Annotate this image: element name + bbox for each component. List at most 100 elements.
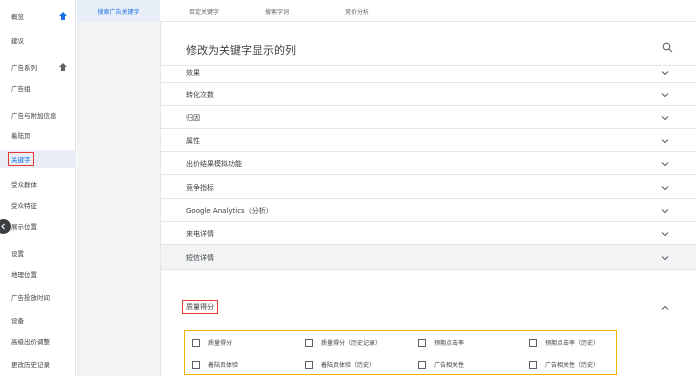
chevron-down-icon [661, 232, 669, 237]
checkbox-label: 预期点击率 [434, 340, 465, 347]
sidebar-item-devices[interactable]: 设备 [0, 311, 76, 329]
pin-icon[interactable] [58, 11, 68, 21]
sidebar-item-ad-groups[interactable]: 广告组 [0, 79, 76, 97]
tab-label: 竞价分析 [345, 8, 370, 16]
sidebar-item-label: 广告组 [11, 85, 31, 93]
sidebar-item-recommendations[interactable]: 建议 [0, 31, 76, 49]
chevron-down-icon [661, 93, 669, 98]
tab-label: 搜索广告关键字 [97, 8, 140, 16]
sidebar-item-label: 广告与附加信息 [11, 112, 57, 120]
sidebar-item-audiences[interactable]: 受众群体 [0, 175, 76, 193]
sidebar-item-label: 展示位置 [11, 223, 37, 231]
checkbox-box[interactable] [418, 338, 426, 347]
tab-search-keywords[interactable]: 搜索广告关键字 [77, 0, 160, 22]
sidebar-item-settings[interactable]: 设置 [0, 244, 76, 262]
sidebar-item-ad-schedule[interactable]: 广告投放时间 [0, 288, 76, 306]
chevron-down-icon [661, 162, 669, 167]
section-performance[interactable]: 效果 [161, 66, 696, 83]
section-label: 竞争指标 [186, 184, 214, 192]
sidebar-item-placements[interactable]: 展示位置 [0, 217, 76, 235]
sidebar-item-label: 广告投放时间 [11, 294, 50, 302]
chevron-down-icon [661, 256, 669, 261]
sidebar-item-label: 高级出价调整 [11, 338, 50, 346]
checkbox-label: 着陆页体验 [208, 362, 239, 369]
chevron-down-icon [661, 116, 669, 121]
checkbox-quality-score[interactable]: 质量得分 [192, 338, 232, 347]
secondary-column [77, 22, 160, 376]
sidebar-item-label: 概览 [11, 13, 24, 21]
sidebar-item-ads-extensions[interactable]: 广告与附加信息 [0, 106, 76, 124]
checkbox-label: 质量得分（历史记录） [321, 340, 382, 347]
section-attribution[interactable]: 归因 [161, 106, 696, 129]
checkbox-label: 预期点击率（历史） [545, 340, 600, 347]
tab-label: 否定关键字 [189, 8, 220, 16]
checkbox-box[interactable] [529, 338, 537, 347]
checkbox-expected-ctr-hist[interactable]: 预期点击率（历史） [529, 338, 599, 347]
chevron-down-icon [661, 139, 669, 144]
section-label: 短信详情 [186, 254, 214, 262]
section-sms-details[interactable]: 短信详情 [161, 245, 696, 270]
section-google-analytics[interactable]: Google Analytics（分析） [161, 199, 696, 222]
panel-title: 修改为关键字显示的列 [186, 44, 296, 57]
section-call-details[interactable]: 来电详情 [161, 222, 696, 245]
sidebar-item-label: 广告系列 [11, 64, 37, 72]
sidebar-item-keywords[interactable]: 关键字 [0, 150, 76, 168]
sidebar-item-change-history[interactable]: 更改历史记录 [0, 355, 76, 373]
checkbox-box[interactable] [192, 360, 200, 369]
tab-search-terms[interactable]: 搜索字词 [265, 0, 289, 22]
checkbox-box[interactable] [305, 360, 313, 369]
checkbox-expected-ctr[interactable]: 预期点击率 [418, 338, 464, 347]
sidebar-item-demographics[interactable]: 受众特征 [0, 196, 76, 214]
pin-icon[interactable] [58, 62, 68, 72]
tab-bar: 搜索广告关键字 否定关键字 搜索字词 竞价分析 [77, 0, 696, 22]
section-attributes[interactable]: 属性 [161, 129, 696, 152]
chevron-down-icon [661, 209, 669, 214]
section-label: 属性 [186, 137, 200, 145]
sidebar-item-advanced-bid-adj[interactable]: 高级出价调整 [0, 332, 76, 350]
checkbox-box[interactable] [305, 338, 313, 347]
quality-score-options: 质量得分 质量得分（历史记录） 预期点击率 预期点击率（历史） 着陆页体验 着陆… [184, 330, 617, 375]
chevron-left-icon [1, 223, 5, 230]
section-label: 效果 [186, 69, 200, 77]
sidebar-item-campaigns[interactable]: 广告系列 [0, 58, 76, 76]
sidebar-item-overview[interactable]: 概览 [0, 7, 76, 25]
checkbox-landing-page-exp[interactable]: 着陆页体验 [192, 360, 238, 369]
section-label: 出价结果模拟功能 [186, 160, 242, 168]
checkbox-landing-page-exp-hist[interactable]: 着陆页体验（历史） [305, 360, 375, 369]
chevron-up-icon [661, 305, 669, 310]
section-bid-simulator[interactable]: 出价结果模拟功能 [161, 152, 696, 175]
sidebar-item-locations[interactable]: 地理位置 [0, 265, 76, 283]
section-label: 来电详情 [186, 230, 214, 238]
section-label: 转化次数 [186, 91, 214, 99]
checkbox-ad-relevance-hist[interactable]: 广告相关性（历史） [529, 360, 599, 369]
checkbox-box[interactable] [192, 338, 200, 347]
checkbox-box[interactable] [529, 360, 537, 369]
checkbox-label: 广告相关性（历史） [545, 362, 600, 369]
checkbox-label: 广告相关性 [434, 362, 465, 369]
section-label: 质量得分 [182, 300, 218, 314]
sidebar-item-landing-pages[interactable]: 着陆页 [0, 126, 76, 144]
section-competitive-metrics[interactable]: 竞争指标 [161, 175, 696, 199]
sidebar-item-label: 受众特征 [11, 202, 37, 210]
chevron-down-icon [661, 186, 669, 191]
checkbox-box[interactable] [418, 360, 426, 369]
sidebar-item-label: 关键字 [8, 152, 34, 166]
modify-columns-panel: 修改为关键字显示的列 效果 转化次数 归因 属性 出价结果模拟功能 竞争指标 G… [160, 22, 696, 376]
sidebar-item-label: 地理位置 [11, 271, 37, 279]
checkbox-label: 质量得分 [208, 340, 233, 347]
checkbox-ad-relevance[interactable]: 广告相关性 [418, 360, 464, 369]
section-label: Google Analytics（分析） [186, 207, 273, 215]
section-conversions[interactable]: 转化次数 [161, 83, 696, 106]
sidebar-item-label: 设备 [11, 317, 24, 325]
tab-negative-keywords[interactable]: 否定关键字 [189, 0, 219, 22]
sidebar-item-label: 设置 [11, 250, 24, 258]
search-icon[interactable] [662, 42, 673, 53]
tab-auction-insights[interactable]: 竞价分析 [345, 0, 369, 22]
checkbox-quality-score-hist[interactable]: 质量得分（历史记录） [305, 338, 381, 347]
panel-header: 修改为关键字显示的列 [161, 22, 696, 66]
checkbox-label: 着陆页体验（历史） [321, 362, 376, 369]
sidebar: 概览 建议 广告系列 广告组 广告与附加信息 着陆页 关键字 受众群体 受众特征… [0, 0, 76, 376]
chevron-down-icon [661, 71, 669, 76]
sidebar-item-label: 受众群体 [11, 181, 37, 189]
tab-label: 搜索字词 [265, 8, 290, 16]
